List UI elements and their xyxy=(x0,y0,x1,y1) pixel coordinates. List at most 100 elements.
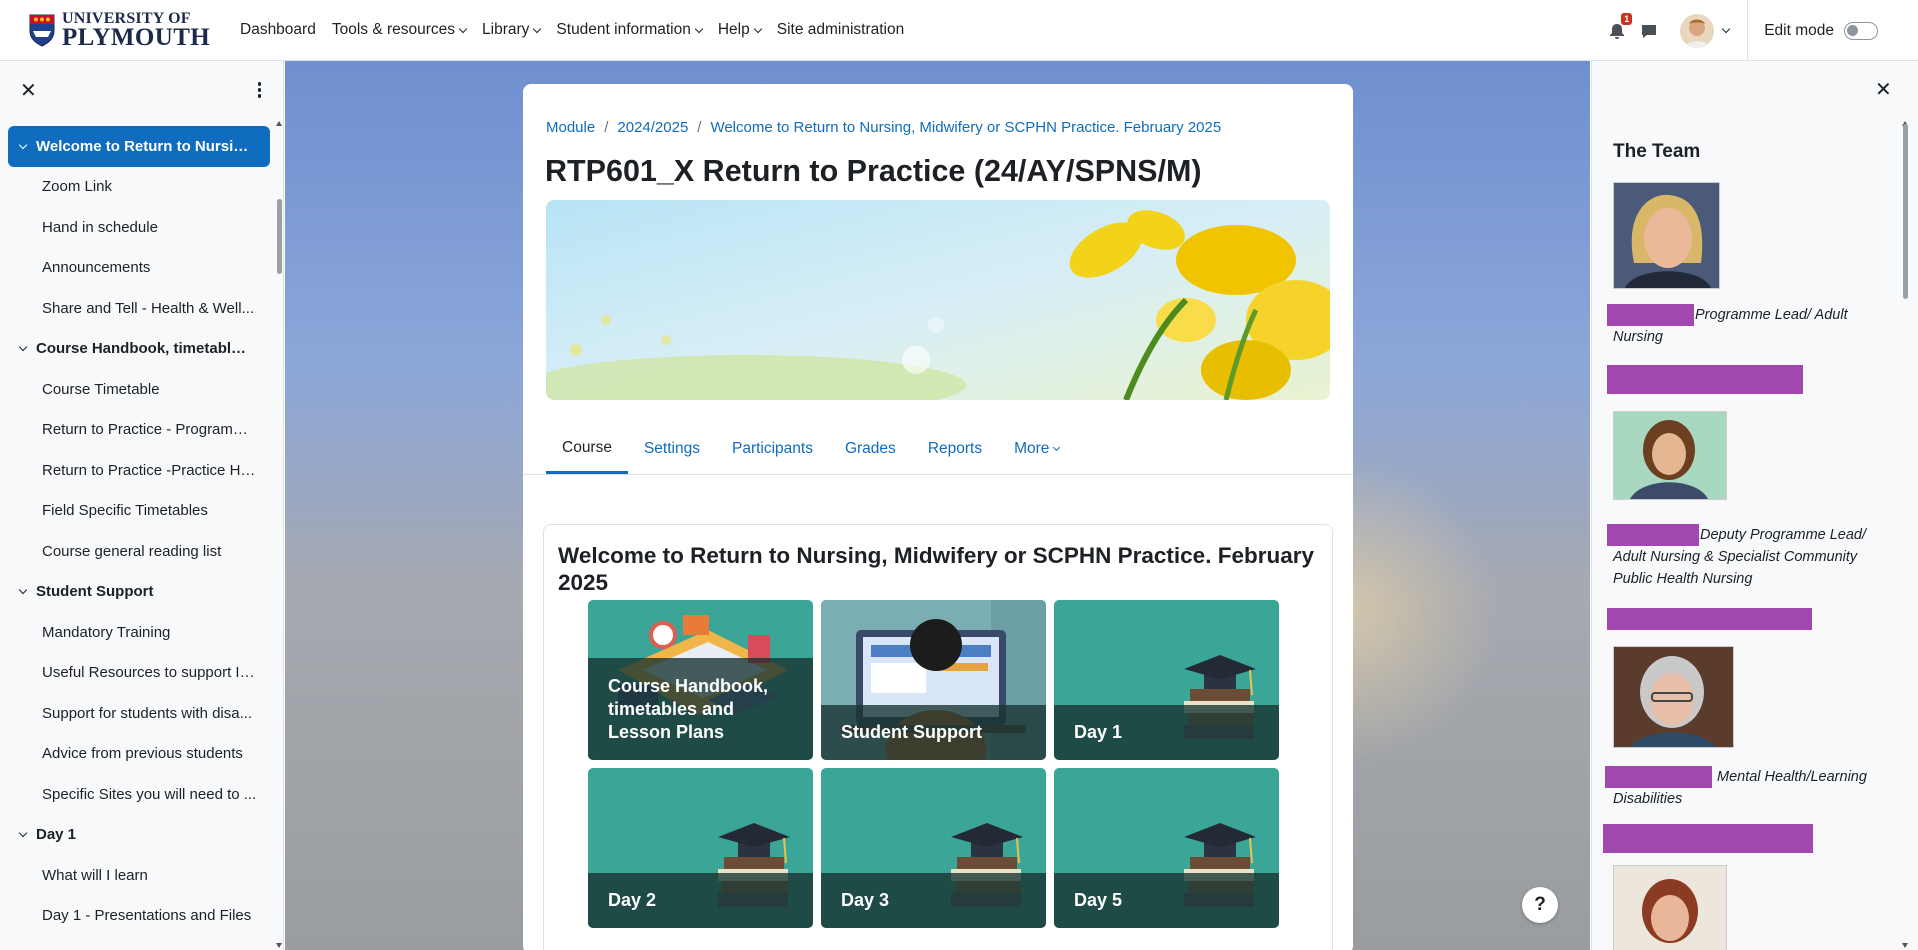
course-index-item[interactable]: Field Specific Timetables xyxy=(8,491,270,532)
section-tile[interactable]: Course Handbook, timetables and Lesson P… xyxy=(588,600,813,760)
notifications-bell-icon[interactable]: 1 xyxy=(1608,12,1633,40)
tab-grades[interactable]: Grades xyxy=(829,424,912,474)
course-index-item[interactable]: Zoom Link xyxy=(8,167,270,208)
chevron-down-icon[interactable] xyxy=(18,829,28,838)
course-index-label: Mandatory Training xyxy=(42,623,171,641)
close-blocks-drawer-icon[interactable]: ✕ xyxy=(1875,77,1892,102)
course-index-list: Welcome to Return to Nursin... Zoom Link H… xyxy=(8,126,270,936)
course-index-item[interactable]: Specific Sites you will need to ... xyxy=(8,774,270,815)
nav-item-label: Help xyxy=(717,21,750,38)
section-tile[interactable]: Day 5 xyxy=(1054,768,1279,928)
course-index-item[interactable]: Hand in schedule xyxy=(8,207,270,248)
breadcrumb-year[interactable]: 2024/2025 xyxy=(617,119,688,136)
course-index-scrollbar[interactable] xyxy=(275,119,283,950)
course-index-item[interactable]: Course general reading list xyxy=(8,531,270,572)
team-member-role-wrap: Mental Health/Learning Disabilities xyxy=(1613,766,1878,810)
chevron-down-icon[interactable] xyxy=(18,586,28,595)
scroll-down-arrow-icon[interactable] xyxy=(276,943,282,948)
edit-mode-toggle[interactable] xyxy=(1844,21,1878,40)
tab-more[interactable]: More xyxy=(998,424,1075,474)
course-index-item[interactable]: Useful Resources to support IT ... xyxy=(8,653,270,694)
redacted-name xyxy=(1607,608,1812,630)
notification-count-badge: 1 xyxy=(1621,12,1633,25)
course-index-label: Student Support xyxy=(36,583,154,601)
breadcrumb: Module / 2024/2025 / Welcome to Return t… xyxy=(546,119,1221,136)
team-member-photo xyxy=(1613,865,1727,950)
tab-participants[interactable]: Participants xyxy=(716,424,829,474)
nav-item-site-administration[interactable]: Site administration xyxy=(777,21,905,39)
course-index-section[interactable]: Welcome to Return to Nursin... xyxy=(8,126,270,167)
section-tile[interactable]: Day 3 xyxy=(821,768,1046,928)
brand-line2: PLYMOUTH xyxy=(62,23,211,51)
nav-item-dashboard[interactable]: Dashboard xyxy=(240,21,316,39)
tab-label: Course xyxy=(562,438,612,456)
tab-course[interactable]: Course xyxy=(546,424,628,474)
primary-menu: Dashboard Tools & resources Library Student… xyxy=(240,21,920,39)
course-banner-image xyxy=(546,200,1330,400)
course-index-item[interactable]: Return to Practice -Practice Ha... xyxy=(8,450,270,491)
chevron-down-icon xyxy=(753,24,762,33)
course-index-item[interactable]: Support for students with disa... xyxy=(8,693,270,734)
course-index-label: Day 1 xyxy=(36,826,77,844)
breadcrumb-course[interactable]: Welcome to Return to Nursing, Midwifery … xyxy=(710,119,1221,136)
course-index-item[interactable]: Share and Tell - Health & Well... xyxy=(8,288,270,329)
user-menu-chevron-icon[interactable] xyxy=(1721,24,1731,34)
nav-item-student-information[interactable]: Student information xyxy=(556,21,704,39)
tab-settings[interactable]: Settings xyxy=(628,424,716,474)
scrollbar-thumb[interactable] xyxy=(1903,124,1908,299)
breadcrumb-module[interactable]: Module xyxy=(546,119,595,136)
course-index-label: Share and Tell - Health & Well... xyxy=(42,299,255,317)
tile-label: Student Support xyxy=(841,722,982,742)
user-avatar[interactable] xyxy=(1680,13,1715,48)
course-index-label: Zoom Link xyxy=(42,178,113,196)
nav-item-label: Dashboard xyxy=(240,21,316,38)
team-member-photo xyxy=(1613,411,1727,500)
course-index-label: Course general reading list xyxy=(42,542,222,560)
tab-reports[interactable]: Reports xyxy=(912,424,998,474)
nav-item-label: Library xyxy=(482,21,530,38)
chevron-down-icon[interactable] xyxy=(18,343,28,352)
course-index-item[interactable]: Announcements xyxy=(8,248,270,289)
section-tile[interactable]: Day 1 xyxy=(1054,600,1279,760)
team-member-role-wrap: Programme Lead/ Adult Nursing xyxy=(1613,304,1878,348)
close-course-index-icon[interactable]: ✕ xyxy=(20,78,37,103)
course-index-section[interactable]: Day 1 xyxy=(8,815,270,856)
course-index-label: Return to Practice -Practice Ha... xyxy=(42,461,257,479)
nav-item-tools-resources[interactable]: Tools & resources xyxy=(331,21,468,39)
divider xyxy=(1747,0,1749,61)
scroll-down-arrow-icon[interactable] xyxy=(1902,943,1908,948)
help-button[interactable]: ? xyxy=(1522,887,1558,923)
nav-item-label: Tools & resources xyxy=(331,21,456,38)
course-index-label: Day 1 - Presentations and Files xyxy=(42,907,252,925)
course-index-item[interactable]: Advice from previous students xyxy=(8,734,270,775)
tile-label: Course Handbook, timetables and Lesson P… xyxy=(608,676,769,742)
messages-icon[interactable] xyxy=(1640,22,1658,40)
nav-item-help[interactable]: Help xyxy=(717,21,762,39)
scroll-up-arrow-icon[interactable] xyxy=(276,121,282,126)
chevron-down-icon[interactable] xyxy=(18,140,28,149)
course-index-item[interactable]: Course Timetable xyxy=(8,369,270,410)
tile-label: Day 5 xyxy=(1074,890,1123,910)
course-index-section[interactable]: Course Handbook, timetable... xyxy=(8,329,270,370)
course-index-label: Course Timetable xyxy=(42,380,160,398)
course-index-item[interactable]: Return to Practice - Programm... xyxy=(8,410,270,451)
course-index-options-icon[interactable] xyxy=(257,82,261,98)
course-index-label: Course Handbook, timetable... xyxy=(36,340,251,358)
top-navbar: UNIVERSITY OF PLYMOUTH Dashboard Tools & … xyxy=(0,0,1918,61)
nav-item-library[interactable]: Library xyxy=(482,21,542,39)
course-index-label: Specific Sites you will need to ... xyxy=(42,785,257,803)
course-index-item[interactable]: Mandatory Training xyxy=(8,612,270,653)
course-index-label: Advice from previous students xyxy=(42,745,243,763)
section-tile[interactable]: Day 2 xyxy=(588,768,813,928)
course-index-label: Field Specific Timetables xyxy=(42,502,208,520)
course-index-item[interactable]: Day 1 - Presentations and Files xyxy=(8,896,270,937)
section-tile[interactable]: Student Support xyxy=(821,600,1046,760)
tab-label: Grades xyxy=(844,440,896,457)
nav-item-label: Site administration xyxy=(776,21,905,38)
blocks-scrollbar[interactable] xyxy=(1900,119,1910,950)
course-index-label: What will I learn xyxy=(42,866,148,884)
course-index-item[interactable]: What will I learn xyxy=(8,855,270,896)
course-index-section[interactable]: Student Support xyxy=(8,572,270,613)
scrollbar-thumb[interactable] xyxy=(277,199,282,274)
university-logo[interactable]: UNIVERSITY OF PLYMOUTH xyxy=(28,10,218,51)
